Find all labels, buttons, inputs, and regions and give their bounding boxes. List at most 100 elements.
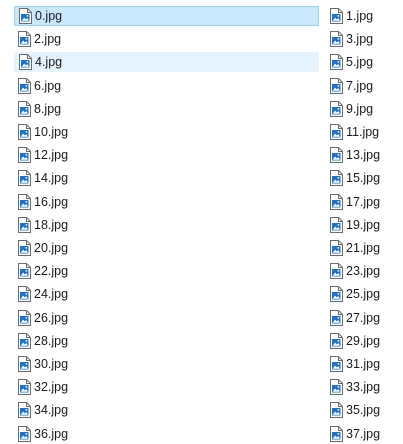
file-name: 8.jpg xyxy=(34,101,62,116)
file-item[interactable]: 20.jpg xyxy=(14,238,319,258)
jpg-file-icon xyxy=(330,8,343,24)
file-item[interactable]: 15.jpg xyxy=(326,168,400,188)
file-name: 27.jpg xyxy=(346,310,381,325)
file-name: 14.jpg xyxy=(34,171,69,186)
file-name: 7.jpg xyxy=(346,78,374,93)
file-name: 21.jpg xyxy=(346,241,381,255)
file-item[interactable]: 5.jpg xyxy=(326,52,400,72)
file-item[interactable]: 30.jpg xyxy=(14,354,319,374)
jpg-file-icon xyxy=(330,147,343,164)
file-name: 9.jpg xyxy=(346,101,374,116)
file-item[interactable]: 27.jpg xyxy=(326,308,400,328)
file-item[interactable]: 25.jpg xyxy=(326,284,400,304)
jpg-file-icon xyxy=(18,240,31,256)
file-item[interactable]: 3.jpg xyxy=(326,29,400,49)
file-item[interactable]: 18.jpg xyxy=(14,215,319,235)
file-item[interactable]: 22.jpg xyxy=(14,261,319,281)
file-item[interactable]: 0.jpg xyxy=(14,6,319,26)
file-name: 31.jpg xyxy=(346,357,381,371)
jpg-file-icon xyxy=(18,332,31,349)
jpg-file-icon xyxy=(18,77,31,94)
jpg-file-icon xyxy=(18,425,31,442)
jpg-file-icon xyxy=(18,147,31,164)
file-name: 5.jpg xyxy=(346,55,374,70)
jpg-file-icon xyxy=(330,332,343,349)
jpg-file-icon xyxy=(330,193,343,210)
file-name: 22.jpg xyxy=(34,264,69,279)
file-item[interactable]: 11.jpg xyxy=(326,122,400,142)
file-name: 34.jpg xyxy=(34,403,69,418)
jpg-file-icon xyxy=(330,402,343,419)
file-name: 23.jpg xyxy=(346,264,381,279)
file-item[interactable]: 31.jpg xyxy=(326,354,400,374)
jpg-file-icon xyxy=(18,286,31,303)
file-name: 30.jpg xyxy=(34,357,69,371)
file-item[interactable]: 33.jpg xyxy=(326,377,400,397)
file-item[interactable]: 28.jpg xyxy=(14,331,319,351)
file-name: 11.jpg xyxy=(346,125,380,139)
file-name: 2.jpg xyxy=(34,32,62,47)
file-item[interactable]: 21.jpg xyxy=(326,238,400,258)
file-item[interactable]: 2.jpg xyxy=(14,29,319,49)
jpg-file-icon xyxy=(330,379,343,396)
file-name: 37.jpg xyxy=(346,426,381,441)
jpg-file-icon xyxy=(330,77,343,94)
jpg-file-icon xyxy=(18,170,31,187)
jpg-file-icon xyxy=(330,356,343,372)
file-item[interactable]: 37.jpg xyxy=(326,424,400,444)
jpg-file-icon xyxy=(330,31,343,48)
jpg-file-icon xyxy=(330,216,343,233)
jpg-file-icon xyxy=(18,124,31,140)
file-name: 35.jpg xyxy=(346,403,381,418)
file-name: 6.jpg xyxy=(34,78,62,93)
file-item[interactable]: 17.jpg xyxy=(326,192,400,212)
file-item[interactable]: 36.jpg xyxy=(14,424,319,444)
jpg-file-icon xyxy=(18,263,31,280)
file-name: 29.jpg xyxy=(346,333,381,348)
jpg-file-icon xyxy=(330,309,343,326)
file-item[interactable]: 13.jpg xyxy=(326,145,400,165)
file-item[interactable]: 16.jpg xyxy=(14,192,319,212)
file-name: 17.jpg xyxy=(346,194,381,209)
file-item[interactable]: 9.jpg xyxy=(326,99,400,119)
file-name: 4.jpg xyxy=(35,55,63,70)
jpg-file-icon xyxy=(18,193,31,210)
file-item[interactable]: 14.jpg xyxy=(14,168,319,188)
file-item[interactable]: 19.jpg xyxy=(326,215,400,235)
file-name: 25.jpg xyxy=(346,287,381,302)
jpg-file-icon xyxy=(18,100,31,117)
file-item[interactable]: 12.jpg xyxy=(14,145,319,165)
file-name: 36.jpg xyxy=(34,426,69,441)
file-item[interactable]: 8.jpg xyxy=(14,99,319,119)
jpg-file-icon xyxy=(18,309,31,326)
file-name: 26.jpg xyxy=(34,310,69,325)
jpg-file-icon xyxy=(18,31,31,48)
file-name: 20.jpg xyxy=(34,241,69,255)
file-item[interactable]: 23.jpg xyxy=(326,261,400,281)
file-name: 16.jpg xyxy=(34,194,69,209)
file-item[interactable]: 10.jpg xyxy=(14,122,319,142)
jpg-file-icon xyxy=(330,170,343,187)
file-name: 32.jpg xyxy=(34,380,69,395)
file-item[interactable]: 1.jpg xyxy=(326,6,400,26)
jpg-file-icon xyxy=(18,216,31,233)
file-name: 33.jpg xyxy=(346,380,381,395)
file-name: 13.jpg xyxy=(346,148,381,163)
jpg-file-icon xyxy=(330,263,343,280)
file-item[interactable]: 29.jpg xyxy=(326,331,400,351)
jpg-file-icon xyxy=(330,54,343,71)
file-item[interactable]: 26.jpg xyxy=(14,308,319,328)
jpg-file-icon xyxy=(330,425,343,442)
file-name: 15.jpg xyxy=(346,171,381,186)
file-item[interactable]: 24.jpg xyxy=(14,284,319,304)
file-item[interactable]: 6.jpg xyxy=(14,76,319,96)
jpg-file-icon xyxy=(18,402,31,419)
jpg-file-icon xyxy=(18,356,31,372)
file-item[interactable]: 4.jpg xyxy=(14,52,319,73)
file-item[interactable]: 32.jpg xyxy=(14,377,319,397)
file-name: 18.jpg xyxy=(34,217,69,232)
file-name: 10.jpg xyxy=(34,125,69,139)
file-item[interactable]: 34.jpg xyxy=(14,400,319,420)
file-item[interactable]: 7.jpg xyxy=(326,76,400,96)
file-item[interactable]: 35.jpg xyxy=(326,400,400,420)
